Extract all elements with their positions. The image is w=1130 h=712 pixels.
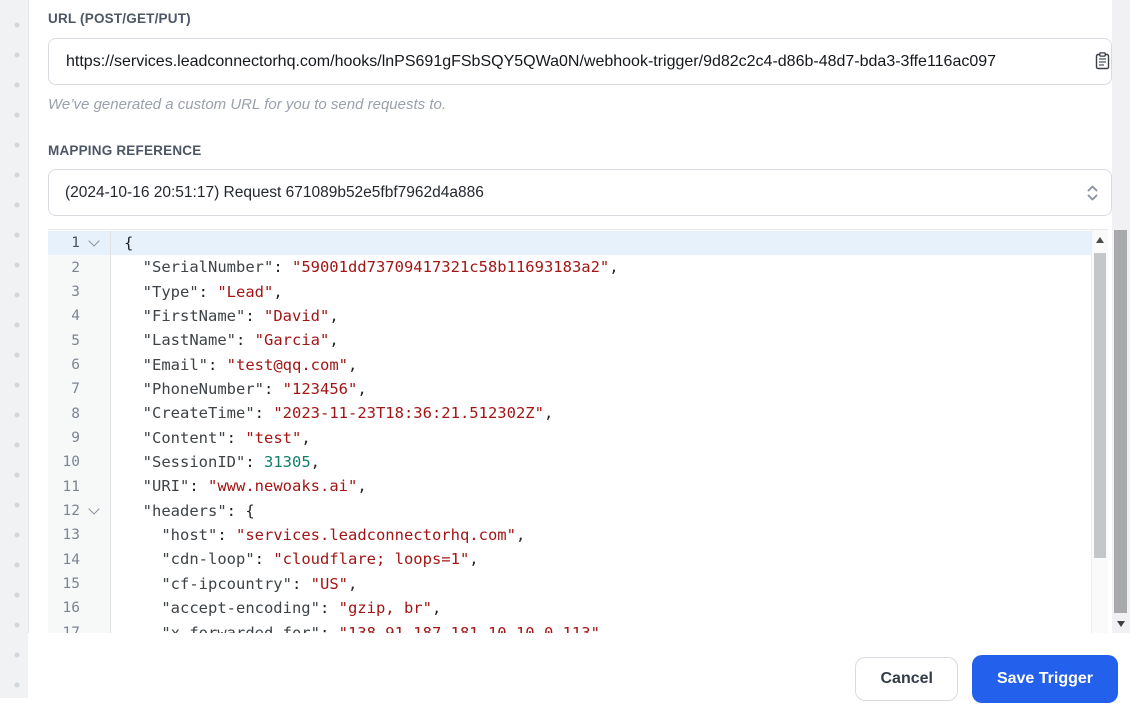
- code-line-text: "cdn-loop": "cloudflare; loops=1",: [124, 550, 479, 569]
- line-number: 10: [62, 454, 80, 471]
- mapping-reference-code-editor[interactable]: 1{2 "SerialNumber": "59001dd73709417321c…: [48, 229, 1108, 634]
- mapping-reference-selected-value: (2024-10-16 20:51:17) Request 671089b52e…: [65, 183, 484, 201]
- line-number: 14: [62, 551, 80, 568]
- webhook-url-input[interactable]: [48, 38, 1112, 85]
- editor-gutter: 4: [48, 304, 111, 329]
- code-line: 7 "PhoneNumber": "123456",: [48, 377, 1091, 402]
- copy-url-button[interactable]: [1092, 51, 1112, 73]
- code-line: 10 "SessionID": 31305,: [48, 450, 1091, 475]
- editor-gutter: 17: [48, 620, 111, 634]
- fold-chevron-icon[interactable]: [80, 503, 108, 515]
- cancel-button[interactable]: Cancel: [855, 656, 958, 701]
- code-line-text: "SerialNumber": "59001dd73709417321c58b1…: [124, 258, 619, 277]
- code-line: 2 "SerialNumber": "59001dd73709417321c58…: [48, 255, 1091, 280]
- code-line: 11 "URI": "www.newoaks.ai",: [48, 474, 1091, 499]
- code-line-text: "host": "services.leadconnectorhq.com",: [124, 526, 526, 545]
- code-line: 1{: [48, 231, 1091, 256]
- up-down-chevron-icon: [1087, 185, 1098, 201]
- editor-gutter: 2: [48, 255, 111, 280]
- url-helper-text: We’ve generated a custom URL for you to …: [48, 96, 446, 113]
- editor-gutter: 10: [48, 450, 111, 475]
- line-number: 13: [62, 527, 80, 544]
- footer-action-bar: Cancel Save Trigger: [28, 633, 1130, 712]
- code-line-text: "PhoneNumber": "123456",: [124, 380, 367, 399]
- editor-gutter: 11: [48, 474, 111, 499]
- line-number: 16: [62, 600, 80, 617]
- line-number: 4: [71, 308, 80, 325]
- editor-scrollbar-thumb[interactable]: [1094, 253, 1106, 558]
- webhook-trigger-panel: URL (POST/GET/PUT) We’ve generated a cus…: [28, 0, 1130, 712]
- code-line: 13 "host": "services.leadconnectorhq.com…: [48, 523, 1091, 548]
- line-number: 8: [71, 405, 80, 422]
- save-trigger-button[interactable]: Save Trigger: [971, 654, 1118, 703]
- line-number: 2: [71, 259, 80, 276]
- mapping-reference-label: MAPPING REFERENCE: [48, 143, 202, 158]
- code-line: 16 "accept-encoding": "gzip, br",: [48, 596, 1091, 621]
- code-line: 6 "Email": "test@qq.com",: [48, 352, 1091, 378]
- mapping-reference-select[interactable]: (2024-10-16 20:51:17) Request 671089b52e…: [48, 169, 1112, 216]
- code-line-text: "x-forwarded-for": "138.91.187.181,10.10…: [124, 623, 610, 635]
- code-lines: 1{2 "SerialNumber": "59001dd73709417321c…: [48, 231, 1091, 634]
- editor-scroll-up-button[interactable]: [1092, 230, 1108, 250]
- line-number: 5: [71, 332, 80, 349]
- editor-gutter: 14: [48, 547, 111, 572]
- editor-scrollbar[interactable]: [1091, 230, 1108, 634]
- editor-gutter: 3: [48, 279, 111, 305]
- editor-gutter: 16: [48, 596, 111, 621]
- line-number: 6: [71, 356, 80, 373]
- code-line: 12 "headers": {: [48, 498, 1091, 524]
- modal-scroll-down-button[interactable]: [1112, 613, 1130, 633]
- modal-scrollbar-thumb[interactable]: [1114, 230, 1127, 613]
- editor-gutter: 8: [48, 401, 111, 426]
- editor-gutter: 1: [48, 231, 111, 256]
- triangle-down-icon: [1117, 620, 1125, 631]
- editor-gutter: 12: [48, 498, 111, 524]
- code-line: 4 "FirstName": "David",: [48, 304, 1091, 329]
- code-line: 3 "Type": "Lead",: [48, 279, 1091, 305]
- line-number: 9: [71, 429, 80, 446]
- line-number: 7: [71, 381, 80, 398]
- line-number: 1: [71, 235, 80, 252]
- line-number: 3: [71, 283, 80, 300]
- triangle-up-icon: [1096, 233, 1104, 243]
- code-line-text: "Content": "test",: [124, 428, 311, 447]
- line-number: 15: [62, 575, 80, 592]
- code-line-text: "URI": "www.newoaks.ai",: [124, 477, 367, 496]
- code-line-text: "FirstName": "David",: [124, 307, 339, 326]
- code-line-text: {: [124, 234, 134, 252]
- editor-gutter: 6: [48, 352, 111, 378]
- editor-gutter: 9: [48, 425, 111, 451]
- code-line: 17 "x-forwarded-for": "138.91.187.181,10…: [48, 620, 1091, 635]
- editor-gutter: 7: [48, 377, 111, 402]
- code-line-text: "LastName": "Garcia",: [124, 331, 339, 350]
- code-line: 9 "Content": "test",: [48, 425, 1091, 451]
- code-line-text: "headers": {: [124, 501, 255, 520]
- code-line-text: "accept-encoding": "gzip, br",: [124, 599, 442, 618]
- url-label: URL (POST/GET/PUT): [48, 11, 191, 26]
- code-line-text: "Type": "Lead",: [124, 282, 283, 301]
- line-number: 12: [62, 502, 80, 519]
- code-line: 8 "CreateTime": "2023-11-23T18:36:21.512…: [48, 401, 1091, 426]
- line-number: 11: [62, 478, 80, 495]
- code-line-text: "cf-ipcountry": "US",: [124, 574, 358, 593]
- fold-chevron-icon[interactable]: [80, 235, 108, 247]
- code-line: 14 "cdn-loop": "cloudflare; loops=1",: [48, 547, 1091, 572]
- canvas-dot-background: [0, 0, 29, 698]
- clipboard-icon: [1095, 51, 1109, 69]
- editor-gutter: 13: [48, 523, 111, 548]
- code-line-text: "SessionID": 31305,: [124, 453, 321, 472]
- code-line-text: "Email": "test@qq.com",: [124, 355, 358, 374]
- code-line-text: "CreateTime": "2023-11-23T18:36:21.51230…: [124, 404, 554, 423]
- code-line: 15 "cf-ipcountry": "US",: [48, 571, 1091, 597]
- editor-gutter: 15: [48, 571, 111, 597]
- modal-scrollbar[interactable]: [1112, 0, 1130, 633]
- url-field-wrapper: [48, 38, 1112, 85]
- editor-gutter: 5: [48, 328, 111, 353]
- code-line: 5 "LastName": "Garcia",: [48, 328, 1091, 353]
